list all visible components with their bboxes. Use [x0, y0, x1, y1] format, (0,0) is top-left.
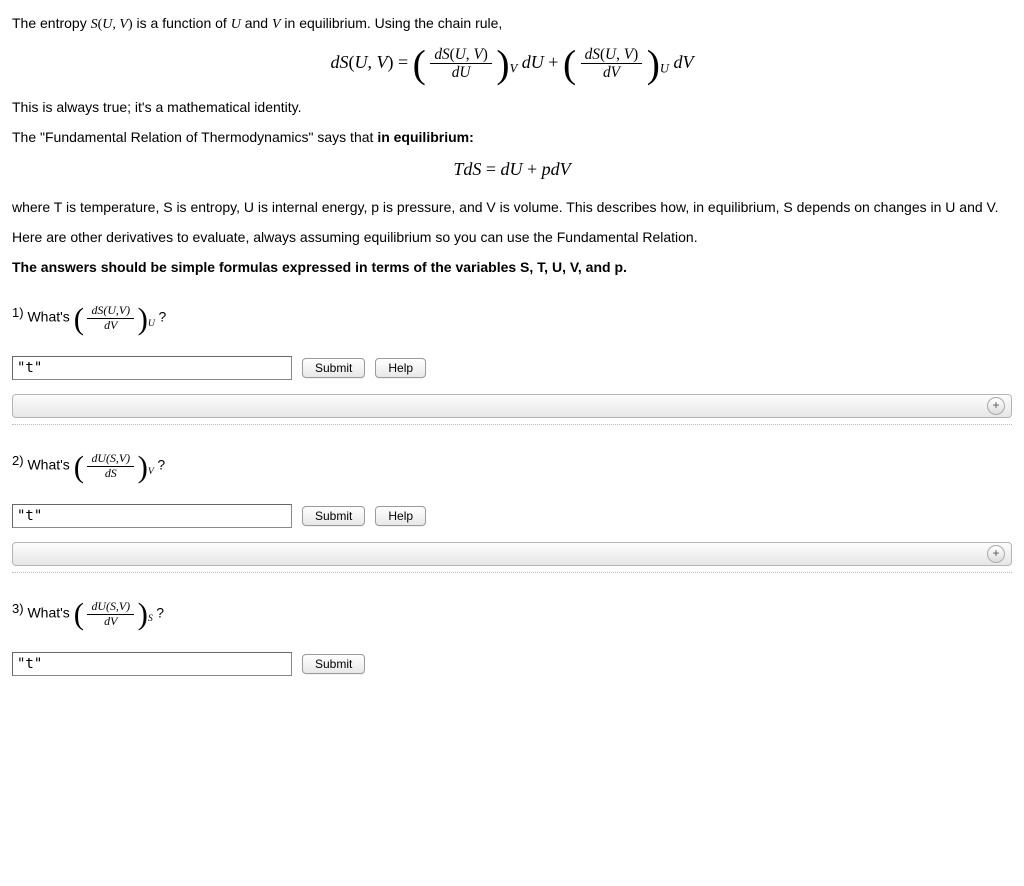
submit-button[interactable]: Submit [302, 506, 365, 526]
question-prompt: What's [27, 457, 69, 473]
expand-bar[interactable]: + [12, 542, 1012, 566]
plus-icon[interactable]: + [987, 545, 1005, 563]
question-1: 1) What's ( dS(U,V)dV )U ? Submit Help + [12, 305, 1012, 425]
submit-button[interactable]: Submit [302, 358, 365, 378]
answer-input-1[interactable] [12, 356, 292, 380]
expand-bar[interactable]: + [12, 394, 1012, 418]
question-number: 3) [12, 601, 24, 616]
question-2: 2) What's ( dU(S,V)dS )V ? Submit Help + [12, 453, 1012, 573]
answer-input-2[interactable] [12, 504, 292, 528]
submit-button[interactable]: Submit [302, 654, 365, 674]
equation-fundamental: TdS = dU + pdV [12, 159, 1012, 180]
question-number: 1) [12, 305, 24, 320]
separator [12, 572, 1012, 573]
question-3: 3) What's ( dU(S,V)dV )S ? Submit [12, 601, 1012, 676]
separator [12, 424, 1012, 425]
plus-icon[interactable]: + [987, 397, 1005, 415]
intro-line-4: where T is temperature, S is entropy, U … [12, 198, 1012, 218]
answer-input-3[interactable] [12, 652, 292, 676]
intro-line-3: The "Fundamental Relation of Thermodynam… [12, 128, 1012, 148]
help-button[interactable]: Help [375, 506, 426, 526]
intro-line-2: This is always true; it's a mathematical… [12, 98, 1012, 118]
intro-line-6: The answers should be simple formulas ex… [12, 258, 1012, 278]
question-prompt: What's [27, 604, 69, 620]
equation-chain-rule: dS(U, V) = ( dS(U, V)dU )V dU + ( dS(U, … [12, 47, 1012, 81]
question-number: 2) [12, 453, 24, 468]
intro-line-1: The entropy S(U, V) is a function of U a… [12, 14, 1012, 35]
help-button[interactable]: Help [375, 358, 426, 378]
intro-line-5: Here are other derivatives to evaluate, … [12, 228, 1012, 248]
question-prompt: What's [27, 309, 69, 325]
